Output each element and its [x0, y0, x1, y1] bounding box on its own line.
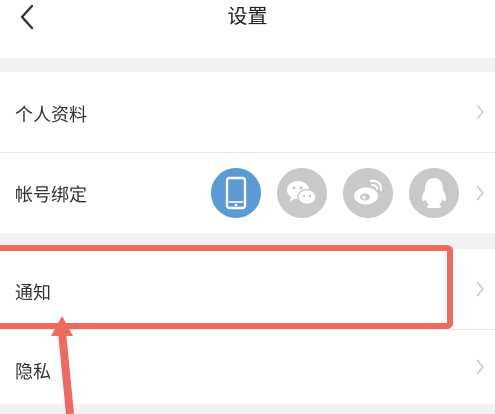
- section-gap: [0, 58, 495, 72]
- settings-row-label: 帐号绑定: [15, 185, 87, 206]
- chevron-right-icon: [476, 281, 484, 297]
- qq-icon[interactable]: [409, 168, 459, 218]
- arrow-annotation-icon: [51, 316, 74, 414]
- weibo-icon[interactable]: [343, 168, 393, 218]
- phone-icon[interactable]: [211, 168, 261, 218]
- settings-row-label: 个人资料: [15, 105, 87, 126]
- settings-row-profile[interactable]: 个人资料: [0, 72, 495, 152]
- chevron-right-icon: [476, 359, 484, 375]
- header-bar: 设置: [0, 0, 495, 58]
- chevron-right-icon: [476, 185, 484, 201]
- chevron-right-icon: [476, 104, 484, 120]
- wechat-icon[interactable]: [277, 168, 327, 218]
- page-title: 设置: [227, 4, 268, 28]
